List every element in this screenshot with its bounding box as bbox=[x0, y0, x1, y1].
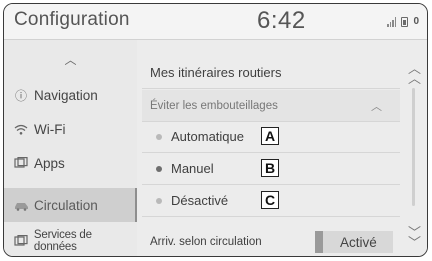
radio-indicator bbox=[156, 197, 162, 204]
battery-icon bbox=[401, 16, 409, 27]
scroll-column: ︿ ︿ ﹀ ﹀ bbox=[400, 40, 427, 256]
option-label: Automatique bbox=[171, 129, 244, 144]
arrival-toggle[interactable]: Activé bbox=[315, 231, 393, 253]
sidebar-item-circulation[interactable]: Circulation bbox=[4, 188, 137, 222]
sidebar: ︿ ⓘ Navigation Wi-Fi Apps Circulation Se… bbox=[4, 40, 137, 256]
sidebar-item-apps[interactable]: Apps bbox=[4, 146, 137, 180]
sidebar-item-label: Services de données bbox=[33, 229, 92, 253]
setting-label: Arriv. selon circulation bbox=[150, 236, 262, 248]
callout-marker: A bbox=[261, 127, 279, 145]
sidebar-item-wifi[interactable]: Wi-Fi bbox=[4, 112, 137, 146]
subheader-label: Éviter les embouteillages bbox=[150, 99, 278, 112]
my-routes-row[interactable]: Mes itinéraires routiers bbox=[142, 57, 400, 89]
option-desactive[interactable]: Désactivé C bbox=[142, 185, 400, 217]
info-icon: ⓘ bbox=[14, 88, 27, 103]
sidebar-item-services-de-donnees[interactable]: Services de données bbox=[4, 224, 137, 256]
sidebar-item-label: Wi-Fi bbox=[34, 121, 66, 137]
display-screen: Configuration 6:42 0 ︿ ⓘ Navigation Wi-F… bbox=[3, 3, 428, 257]
callout-marker: B bbox=[261, 159, 279, 177]
option-manuel[interactable]: Manuel B bbox=[142, 153, 400, 185]
clock: 6:42 bbox=[257, 7, 306, 34]
main-panel: Mes itinéraires routiers Éviter les embo… bbox=[142, 40, 400, 256]
double-chevron-down-icon: ﹀ ﹀ bbox=[407, 225, 421, 250]
arrival-by-traffic-row[interactable]: Arriv. selon circulation Activé bbox=[142, 226, 400, 256]
data-services-icon bbox=[13, 235, 29, 247]
apps-icon bbox=[13, 157, 29, 169]
signal-icon bbox=[387, 16, 397, 27]
chevron-up-icon: ︿ bbox=[371, 100, 382, 113]
section-title: Mes itinéraires routiers bbox=[150, 65, 282, 80]
callout-marker: C bbox=[261, 191, 279, 209]
notification-badge: 0 bbox=[413, 16, 419, 27]
option-automatique[interactable]: Automatique A bbox=[142, 121, 400, 153]
scroll-down-button[interactable]: ﹀ ﹀ bbox=[400, 225, 427, 250]
sidebar-item-label: Apps bbox=[34, 155, 65, 171]
sidebar-item-label: Navigation bbox=[34, 87, 98, 103]
scroll-up-button[interactable]: ︿ ︿ bbox=[400, 61, 427, 86]
double-chevron-up-icon: ︿ ︿ bbox=[407, 61, 421, 86]
sidebar-item-navigation[interactable]: ⓘ Navigation bbox=[4, 78, 137, 112]
status-area: 0 bbox=[387, 16, 419, 27]
wifi-icon bbox=[13, 124, 29, 135]
radio-indicator bbox=[156, 133, 162, 140]
chevron-up-icon: ︿ bbox=[64, 52, 77, 67]
page-title: Configuration bbox=[14, 9, 130, 30]
avoid-traffic-header[interactable]: Éviter les embouteillages ︿ bbox=[142, 90, 400, 122]
radio-indicator bbox=[156, 165, 162, 172]
scrollbar[interactable] bbox=[412, 88, 415, 206]
sidebar-item-label: Circulation bbox=[34, 197, 98, 213]
title-bar: Configuration 6:42 0 bbox=[4, 4, 427, 40]
toggle-indicator bbox=[315, 231, 323, 253]
car-icon bbox=[13, 200, 29, 211]
option-label: Manuel bbox=[171, 161, 214, 176]
toggle-value: Activé bbox=[340, 234, 377, 250]
sidebar-scroll-up-button[interactable]: ︿ bbox=[4, 40, 137, 78]
option-label: Désactivé bbox=[171, 193, 229, 208]
